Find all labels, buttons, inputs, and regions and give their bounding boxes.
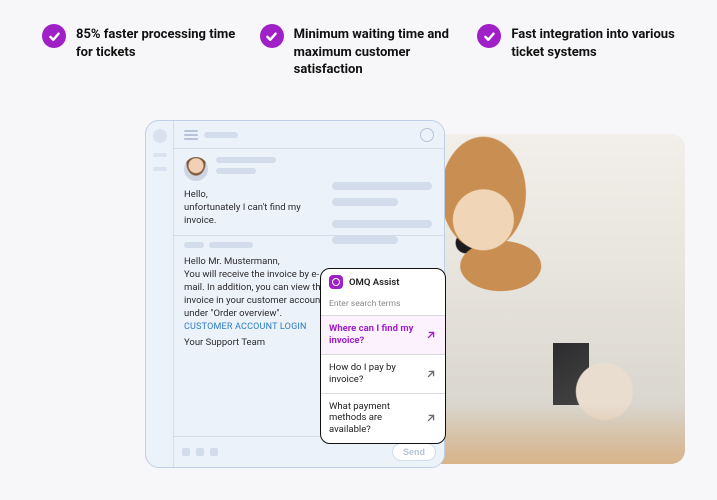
skeleton <box>332 236 398 244</box>
assist-suggestion-text: How do I pay by invoice? <box>329 362 419 386</box>
assist-title: OMQ Assist <box>349 277 399 288</box>
agent-reply-text: Hello Mr. Mustermann, You will receive t… <box>184 256 326 318</box>
menu-icon[interactable] <box>184 130 198 140</box>
skeleton <box>332 220 432 228</box>
feature-item: Fast integration into various ticket sys… <box>477 26 675 79</box>
open-arrow-icon <box>425 329 437 341</box>
assist-search-input[interactable]: Enter search terms <box>321 295 445 315</box>
assist-suggestion[interactable]: How do I pay by invoice? <box>321 354 445 393</box>
check-icon <box>260 24 284 48</box>
composer-action-icon[interactable] <box>182 448 190 456</box>
open-arrow-icon <box>425 368 437 380</box>
composer-action-icon[interactable] <box>210 448 218 456</box>
illustration-stage: Hello, unfortunately I can't find my inv… <box>145 120 685 485</box>
assist-suggestion[interactable]: What payment methods are available? <box>321 393 445 444</box>
assist-popover: OMQ Assist Enter search terms Where can … <box>320 268 446 444</box>
composer-action-icon[interactable] <box>196 448 204 456</box>
send-button[interactable]: Send <box>392 443 436 461</box>
skeleton <box>332 182 432 190</box>
avatar <box>184 157 208 181</box>
skeleton <box>209 242 253 248</box>
assist-logo-icon <box>329 275 343 289</box>
feature-item: 85% faster processing time for tickets <box>42 26 240 79</box>
panel-rail <box>146 121 174 467</box>
open-arrow-icon <box>425 412 437 424</box>
customer-account-login-link[interactable]: CUSTOMER ACCOUNT LOGIN <box>184 322 307 332</box>
check-icon <box>42 24 66 48</box>
skeleton-group <box>216 157 276 174</box>
customer-row <box>184 157 434 181</box>
check-icon <box>477 24 501 48</box>
assist-header: OMQ Assist <box>321 269 445 295</box>
assist-suggestion[interactable]: Where can I find my invoice? <box>321 315 445 354</box>
feature-text: Minimum waiting time and maximum custome… <box>294 26 458 79</box>
skeleton <box>184 242 204 248</box>
context-skeleton <box>332 182 444 244</box>
feature-text: 85% faster processing time for tickets <box>76 26 240 61</box>
assist-suggestion-text: Where can I find my invoice? <box>329 323 419 347</box>
panel-action-icon[interactable] <box>420 128 434 142</box>
rail-line <box>153 153 167 157</box>
feature-text: Fast integration into various ticket sys… <box>511 26 675 61</box>
panel-topbar <box>174 121 444 149</box>
agent-reply: Hello Mr. Mustermann, You will receive t… <box>184 256 334 350</box>
rail-line <box>153 167 167 171</box>
feature-item: Minimum waiting time and maximum custome… <box>260 26 458 79</box>
customer-message: Hello, unfortunately I can't find my inv… <box>184 189 324 227</box>
rail-dot <box>153 129 167 143</box>
skeleton <box>216 168 256 174</box>
feature-list: 85% faster processing time for tickets M… <box>0 0 717 79</box>
signature: Your Support Team <box>184 337 334 350</box>
assist-suggestion-text: What payment methods are available? <box>329 401 419 437</box>
skeleton <box>332 198 398 206</box>
skeleton <box>216 157 276 163</box>
skeleton <box>204 132 238 138</box>
